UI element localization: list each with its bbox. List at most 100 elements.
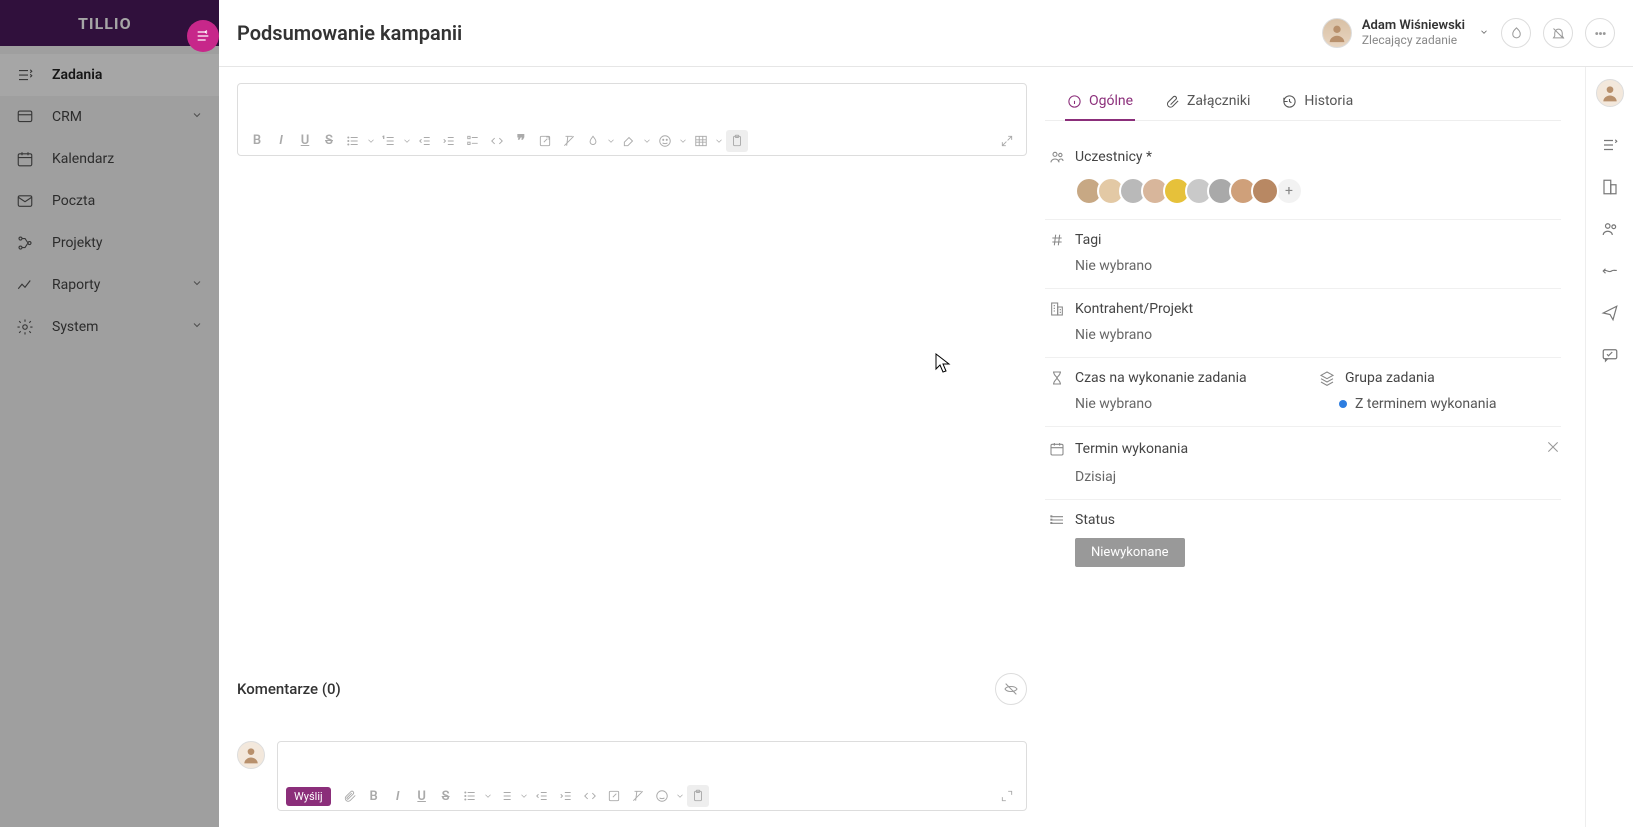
indent-button[interactable] (555, 785, 577, 807)
strike-button[interactable]: S (318, 130, 340, 152)
paste-button[interactable] (687, 785, 709, 807)
rail-tasks-button[interactable] (1600, 135, 1620, 155)
code-button[interactable] (486, 130, 508, 152)
sidebar-item-projects[interactable]: Projekty (0, 222, 219, 264)
strike-button[interactable]: S (435, 785, 457, 807)
caret-down-icon[interactable] (675, 785, 685, 807)
add-participant-button[interactable]: + (1277, 179, 1301, 203)
quote-button[interactable]: ❞ (510, 130, 532, 152)
rail-contractors-button[interactable] (1600, 177, 1620, 197)
building-icon (1049, 301, 1065, 317)
emoji-button[interactable] (651, 785, 673, 807)
tab-attachments[interactable]: Załączniki (1163, 83, 1252, 121)
sidebar-item-reports[interactable]: Raporty (0, 264, 219, 306)
table-button[interactable] (690, 130, 712, 152)
task-title[interactable]: Podsumowanie kampanii (237, 21, 462, 45)
participant-avatar[interactable] (1251, 177, 1279, 205)
underline-button[interactable]: U (411, 785, 433, 807)
caret-down-icon[interactable] (366, 130, 376, 152)
sidebar-item-label: CRM (52, 109, 82, 125)
underline-button[interactable]: U (294, 130, 316, 152)
attach-button[interactable] (339, 785, 361, 807)
expand-button[interactable] (996, 130, 1018, 152)
bold-button[interactable]: B (246, 130, 268, 152)
outdent-button[interactable] (414, 130, 436, 152)
field-group[interactable]: Grupa zadania Z terminem wykonania (1315, 358, 1561, 426)
comment-input[interactable] (278, 742, 1026, 782)
editor-content[interactable] (238, 84, 1026, 125)
comment-editor[interactable]: Wyślij B I U S (277, 741, 1027, 811)
ordered-list-button[interactable] (495, 785, 517, 807)
field-label: Tagi (1075, 232, 1101, 248)
tab-general[interactable]: Ogólne (1065, 83, 1135, 121)
status-icon (1049, 512, 1065, 528)
tasks-icon (16, 66, 34, 84)
indent-button[interactable] (438, 130, 460, 152)
caret-down-icon[interactable] (642, 130, 652, 152)
field-status[interactable]: Status Niewykonane (1045, 500, 1561, 581)
field-time[interactable]: Czas na wykonanie zadania Nie wybrano (1045, 358, 1291, 426)
more-menu-button[interactable] (1585, 18, 1615, 48)
avatar[interactable] (1596, 79, 1624, 107)
comments-visibility-toggle[interactable] (995, 673, 1027, 705)
caret-down-icon[interactable] (714, 130, 724, 152)
checklist-button[interactable] (462, 130, 484, 152)
emoji-button[interactable] (654, 130, 676, 152)
caret-down-icon[interactable] (483, 785, 493, 807)
layers-icon (1319, 370, 1335, 386)
field-contractor[interactable]: Kontrahent/Projekt Nie wybrano (1045, 289, 1561, 358)
rail-chat-button[interactable] (1600, 345, 1620, 365)
sidebar-item-calendar[interactable]: Kalendarz (0, 138, 219, 180)
bullet-list-button[interactable] (342, 130, 364, 152)
status-badge[interactable]: Niewykonane (1075, 538, 1185, 567)
caret-down-icon[interactable] (519, 785, 529, 807)
italic-button[interactable]: I (270, 130, 292, 152)
bullet-list-button[interactable] (459, 785, 481, 807)
caret-down-icon[interactable] (678, 130, 688, 152)
panel-header: Podsumowanie kampanii Adam Wiśniewski Zl… (219, 0, 1633, 67)
caret-down-icon[interactable] (402, 130, 412, 152)
paste-button[interactable] (726, 130, 748, 152)
highlight-button[interactable] (618, 130, 640, 152)
field-participants[interactable]: Uczestnicy * + (1045, 137, 1561, 220)
link-button[interactable] (603, 785, 625, 807)
link-button[interactable] (534, 130, 556, 152)
ordered-list-button[interactable]: 1 (378, 130, 400, 152)
calendar-icon (1049, 441, 1065, 457)
rail-users-button[interactable] (1600, 219, 1620, 239)
notifications-button[interactable] (1543, 18, 1573, 48)
caret-down-icon[interactable] (606, 130, 616, 152)
description-editor[interactable]: B I U S 1 ❞ (237, 83, 1027, 156)
sidebar-item-label: Poczta (52, 193, 95, 209)
task-owner-selector[interactable]: Adam Wiśniewski Zlecający zadanie (1322, 18, 1489, 48)
code-button[interactable] (579, 785, 601, 807)
clear-format-button[interactable] (627, 785, 649, 807)
field-label: Uczestnicy * (1075, 149, 1152, 165)
sidebar-item-system[interactable]: System (0, 306, 219, 348)
sidebar-item-mail[interactable]: Poczta (0, 180, 219, 222)
sidebar-collapse-button[interactable] (187, 20, 219, 52)
color-button[interactable] (582, 130, 604, 152)
clear-due-button[interactable] (1545, 439, 1561, 459)
send-button[interactable]: Wyślij (286, 787, 331, 806)
field-label: Grupa zadania (1345, 370, 1435, 386)
expand-button[interactable] (996, 785, 1018, 807)
sidebar-item-crm[interactable]: CRM (0, 96, 219, 138)
rail-deals-button[interactable] (1600, 261, 1620, 281)
bold-button[interactable]: B (363, 785, 385, 807)
sidebar-item-label: Zadania (52, 67, 102, 83)
rail-send-button[interactable] (1600, 303, 1620, 323)
comments-title: Komentarze (0) (237, 680, 341, 698)
priority-button[interactable] (1501, 18, 1531, 48)
calendar-icon (16, 150, 34, 168)
field-tags[interactable]: Tagi Nie wybrano (1045, 220, 1561, 289)
italic-button[interactable]: I (387, 785, 409, 807)
sidebar-item-tasks[interactable]: Zadania (0, 54, 219, 96)
tab-history[interactable]: Historia (1280, 83, 1355, 121)
chevron-down-icon (191, 277, 203, 293)
clear-format-button[interactable] (558, 130, 580, 152)
projects-icon (16, 234, 34, 252)
field-value: Nie wybrano (1049, 386, 1291, 412)
outdent-button[interactable] (531, 785, 553, 807)
field-due-date[interactable]: Termin wykonania Dzisiaj (1045, 427, 1561, 500)
